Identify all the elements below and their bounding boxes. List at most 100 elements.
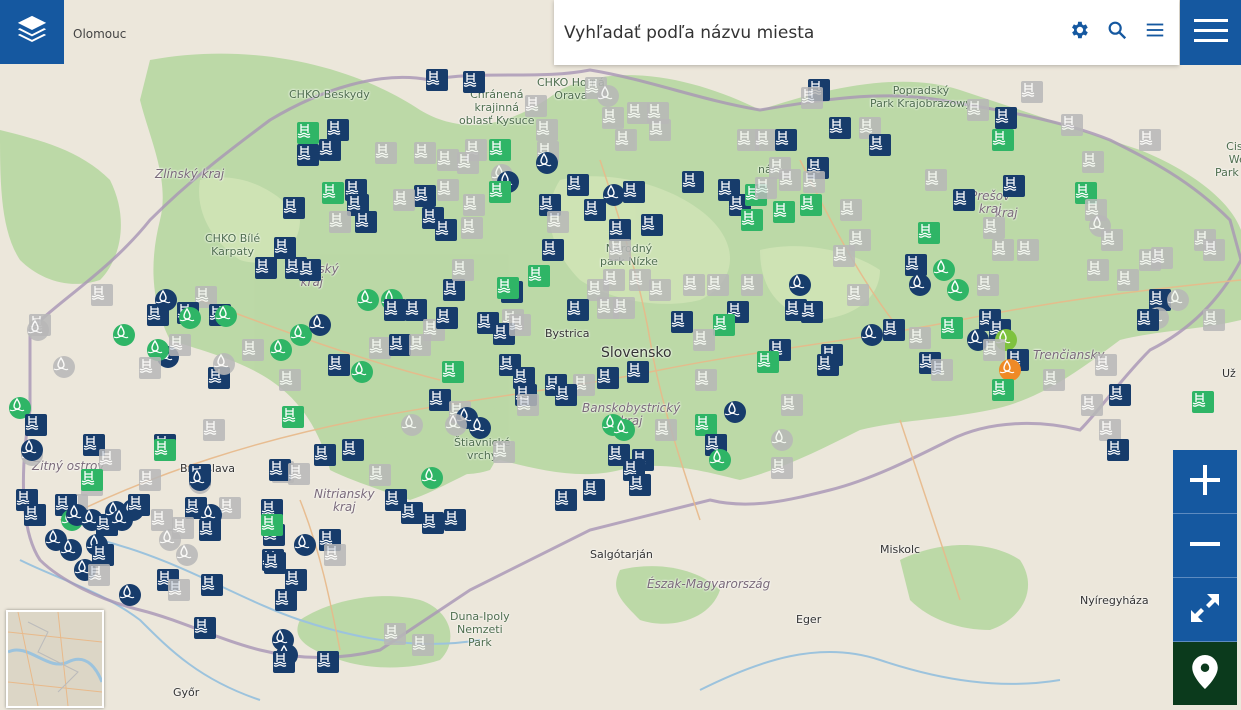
spring-marker[interactable] — [294, 534, 316, 556]
pool-marker[interactable] — [443, 279, 465, 301]
fullscreen-button[interactable] — [1173, 578, 1237, 642]
spring-marker[interactable] — [789, 274, 811, 296]
pool-marker[interactable] — [285, 569, 307, 591]
spring-marker[interactable] — [215, 305, 237, 327]
pool-marker[interactable] — [24, 504, 46, 526]
pool-marker[interactable] — [275, 589, 297, 611]
pool-marker[interactable] — [995, 107, 1017, 129]
pool-marker[interactable] — [741, 209, 763, 231]
pool-marker[interactable] — [88, 564, 110, 586]
pool-marker[interactable] — [389, 334, 411, 356]
pool-marker[interactable] — [695, 414, 717, 436]
pool-marker[interactable] — [992, 239, 1014, 261]
pool-marker[interactable] — [542, 239, 564, 261]
pool-marker[interactable] — [755, 129, 777, 151]
pool-marker[interactable] — [1139, 129, 1161, 151]
pool-marker[interactable] — [883, 319, 905, 341]
pool-marker[interactable] — [1109, 384, 1131, 406]
pool-marker[interactable] — [918, 222, 940, 244]
pool-marker[interactable] — [1203, 239, 1225, 261]
pool-marker[interactable] — [779, 169, 801, 191]
spring-marker[interactable] — [445, 414, 467, 436]
pool-marker[interactable] — [194, 617, 216, 639]
zoom-out-button[interactable] — [1173, 514, 1237, 578]
pool-marker[interactable] — [931, 359, 953, 381]
pool-marker[interactable] — [925, 169, 947, 191]
pool-marker[interactable] — [905, 254, 927, 276]
spring-marker[interactable] — [21, 439, 43, 461]
pool-marker[interactable] — [405, 299, 427, 321]
pool-marker[interactable] — [800, 194, 822, 216]
spring-marker[interactable] — [421, 467, 443, 489]
pool-marker[interactable] — [273, 651, 295, 673]
pool-marker[interactable] — [168, 579, 190, 601]
pool-marker[interactable] — [139, 357, 161, 379]
pool-marker[interactable] — [649, 119, 671, 141]
pool-marker[interactable] — [139, 469, 161, 491]
pool-marker[interactable] — [1101, 229, 1123, 251]
pool-marker[interactable] — [547, 211, 569, 233]
spring-marker[interactable] — [709, 449, 731, 471]
pool-marker[interactable] — [757, 351, 779, 373]
pool-marker[interactable] — [169, 334, 191, 356]
pool-marker[interactable] — [463, 71, 485, 93]
pool-marker[interactable] — [1107, 439, 1129, 461]
pool-marker[interactable] — [829, 117, 851, 139]
pool-marker[interactable] — [655, 419, 677, 441]
pool-marker[interactable] — [773, 201, 795, 223]
pool-marker[interactable] — [627, 361, 649, 383]
spring-marker[interactable] — [597, 85, 619, 107]
pool-marker[interactable] — [609, 239, 631, 261]
spring-marker[interactable] — [113, 324, 135, 346]
pool-marker[interactable] — [489, 181, 511, 203]
spring-marker[interactable] — [999, 359, 1021, 381]
pool-marker[interactable] — [695, 369, 717, 391]
pool-marker[interactable] — [509, 314, 531, 336]
pool-marker[interactable] — [1151, 247, 1173, 269]
spring-marker[interactable] — [724, 401, 746, 423]
spring-marker[interactable] — [213, 353, 235, 375]
spring-marker[interactable] — [401, 414, 423, 436]
pool-marker[interactable] — [847, 284, 869, 306]
pool-marker[interactable] — [629, 474, 651, 496]
pool-marker[interactable] — [983, 339, 1005, 361]
pool-marker[interactable] — [803, 171, 825, 193]
pool-marker[interactable] — [801, 87, 823, 109]
pool-marker[interactable] — [409, 334, 431, 356]
spring-marker[interactable] — [613, 419, 635, 441]
pool-marker[interactable] — [1137, 309, 1159, 331]
pool-marker[interactable] — [242, 339, 264, 361]
spring-marker[interactable] — [469, 417, 491, 439]
pool-marker[interactable] — [342, 439, 364, 461]
pool-marker[interactable] — [444, 509, 466, 531]
pool-marker[interactable] — [375, 142, 397, 164]
pool-marker[interactable] — [274, 237, 296, 259]
locate-button[interactable] — [1173, 642, 1237, 705]
pool-marker[interactable] — [81, 469, 103, 491]
pool-marker[interactable] — [953, 189, 975, 211]
pool-marker[interactable] — [555, 489, 577, 511]
pool-marker[interactable] — [463, 194, 485, 216]
pool-marker[interactable] — [261, 514, 283, 536]
zoom-in-button[interactable] — [1173, 450, 1237, 514]
pool-marker[interactable] — [555, 384, 577, 406]
pool-marker[interactable] — [203, 419, 225, 441]
spring-marker[interactable] — [27, 319, 49, 341]
pool-marker[interactable] — [154, 439, 176, 461]
pool-marker[interactable] — [314, 444, 336, 466]
pool-marker[interactable] — [992, 379, 1014, 401]
pool-marker[interactable] — [324, 544, 346, 566]
pool-marker[interactable] — [493, 441, 515, 463]
pool-marker[interactable] — [941, 317, 963, 339]
menu-button[interactable] — [1180, 0, 1241, 65]
layers-button[interactable] — [0, 0, 64, 64]
pool-marker[interactable] — [713, 314, 735, 336]
spring-marker[interactable] — [189, 469, 211, 491]
gear-icon[interactable] — [1067, 18, 1091, 42]
pool-marker[interactable] — [283, 197, 305, 219]
pool-marker[interactable] — [436, 307, 458, 329]
pool-marker[interactable] — [92, 544, 114, 566]
pool-marker[interactable] — [609, 219, 631, 241]
search-icon[interactable] — [1105, 18, 1129, 42]
spring-marker[interactable] — [119, 584, 141, 606]
